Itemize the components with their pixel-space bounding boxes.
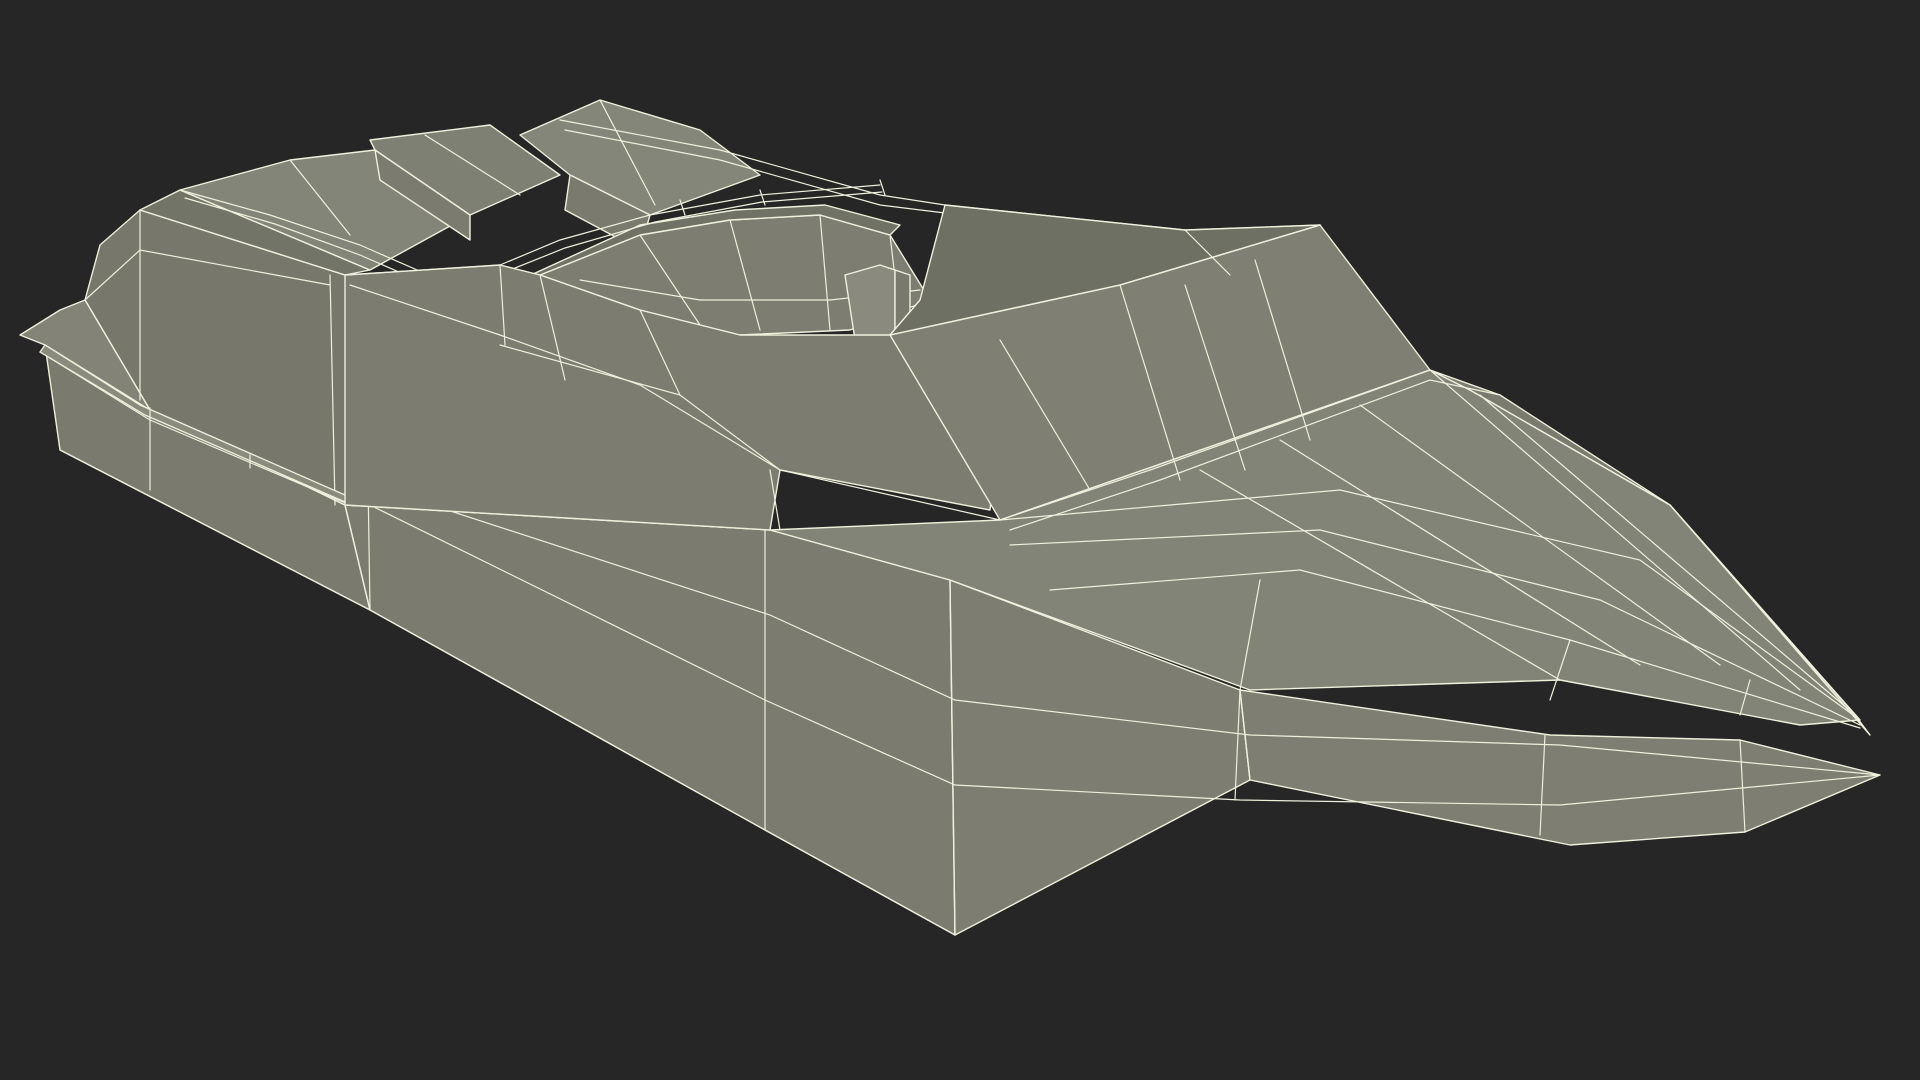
boat-wireframe-render	[19, 99, 1881, 936]
windscreen-rail-joint-3	[879, 179, 886, 196]
render-viewport	[0, 0, 1920, 1080]
engine-box-top	[519, 99, 761, 216]
hull-side-main-panel	[344, 504, 956, 936]
